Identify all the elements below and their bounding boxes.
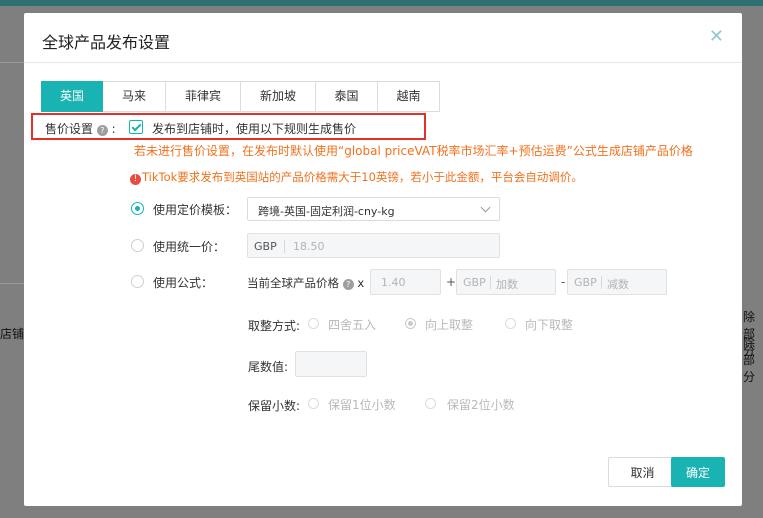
dialog-header: 全球产品发布设置 ✕	[24, 13, 742, 63]
unified-price-placeholder: 18.50	[293, 240, 325, 253]
currency-label: GBP	[463, 276, 486, 289]
currency-label: GBP	[254, 240, 277, 253]
background-divider	[0, 283, 24, 284]
minus-sign: -	[561, 275, 566, 289]
decimals-option-1: 保留1位小数	[328, 398, 396, 412]
input-separator	[284, 240, 285, 253]
template-radio[interactable]	[131, 202, 144, 215]
formula-label: 使用公式：	[153, 276, 214, 290]
tail-value-input[interactable]	[295, 351, 367, 377]
dialog-title: 全球产品发布设置	[42, 33, 171, 52]
price-setting-label-text: 售价设置	[45, 122, 94, 136]
price-setting-label: 售价设置 ? :	[45, 120, 116, 137]
price-warning: ! TikTok要求发布到英国站的产品价格需大于10英镑，若小于此金额，平台会自动…	[130, 169, 583, 185]
rounding-option-half: 四舍五入	[328, 318, 377, 332]
tab-thailand[interactable]: 泰国	[316, 81, 378, 112]
input-separator	[490, 276, 491, 289]
question-icon[interactable]: ?	[96, 125, 108, 136]
input-separator	[601, 276, 602, 289]
rounding-option-down: 向下取整	[525, 318, 574, 332]
background-text: 除部分	[743, 336, 756, 384]
addend-input[interactable]: GBP 加数	[456, 269, 556, 295]
unified-price-input[interactable]: GBP 18.50	[247, 233, 500, 258]
price-note: 若未进行售价设置，在发布时默认使用“global priceVAT税率市场汇率+…	[134, 144, 693, 158]
decimals-option-2: 保留2位小数	[447, 398, 515, 412]
rounding-option-up: 向上取整	[425, 318, 474, 332]
background-text: 店铺	[0, 327, 25, 341]
formula-prefix-text: 当前全球产品价格	[247, 276, 339, 290]
rounding-radio-up[interactable]	[405, 318, 416, 329]
tab-vietnam[interactable]: 越南	[378, 81, 440, 112]
formula-prefix: 当前全球产品价格 ? x	[247, 275, 364, 291]
background-topbar	[0, 0, 763, 6]
publish-price-checkbox-label[interactable]: 发布到店铺时，使用以下规则生成售价	[152, 120, 356, 137]
rounding-label: 取整方式:	[248, 319, 301, 333]
tab-philippines[interactable]: 菲律宾	[166, 81, 241, 112]
multiplier-input[interactable]: 1.40	[370, 269, 441, 295]
multiplier-placeholder: 1.40	[381, 276, 406, 289]
price-warning-text: TikTok要求发布到英国站的产品价格需大于10英镑，若小于此金额，平台会自动调…	[142, 170, 583, 184]
subtrahend-placeholder: 减数	[607, 278, 629, 291]
publish-settings-dialog: 全球产品发布设置 ✕ 英国 马来 菲律宾 新加坡 泰国 越南 售价设置 ? : …	[24, 13, 742, 506]
unified-price-label: 使用统一价：	[153, 240, 226, 254]
background-divider	[0, 62, 24, 63]
multiply-sign: x	[357, 276, 365, 290]
cancel-button[interactable]: 取消	[608, 457, 677, 487]
publish-price-checkbox[interactable]	[129, 120, 143, 134]
plus-sign: +	[446, 275, 457, 289]
tab-uk[interactable]: 英国	[41, 81, 103, 112]
template-label: 使用定价模板：	[153, 203, 238, 217]
formula-radio[interactable]	[131, 275, 144, 288]
addend-placeholder: 加数	[496, 278, 518, 291]
country-tabs: 英国 马来 菲律宾 新加坡 泰国 越南	[41, 81, 440, 112]
tail-value-label: 尾数值:	[248, 360, 289, 374]
alert-icon: !	[130, 174, 141, 185]
close-icon[interactable]: ✕	[709, 27, 724, 47]
decimals-radio-1[interactable]	[308, 398, 319, 409]
decimals-label: 保留小数:	[248, 399, 301, 413]
question-icon[interactable]: ?	[342, 279, 354, 290]
rounding-radio-down[interactable]	[505, 318, 516, 329]
confirm-button[interactable]: 确定	[671, 457, 725, 487]
unified-price-radio[interactable]	[131, 239, 144, 252]
rounding-radio-half[interactable]	[308, 318, 319, 329]
chevron-down-icon	[480, 202, 491, 213]
pricing-template-value: 跨境-英国-固定利润-cny-kg	[258, 205, 395, 218]
subtrahend-input[interactable]: GBP 减数	[567, 269, 667, 295]
decimals-radio-2[interactable]	[425, 398, 436, 409]
tab-singapore[interactable]: 新加坡	[241, 81, 316, 112]
price-setting-colon: :	[111, 122, 116, 136]
tab-malaysia[interactable]: 马来	[103, 81, 166, 112]
currency-label: GBP	[574, 276, 597, 289]
pricing-template-select[interactable]: 跨境-英国-固定利润-cny-kg	[247, 197, 500, 221]
